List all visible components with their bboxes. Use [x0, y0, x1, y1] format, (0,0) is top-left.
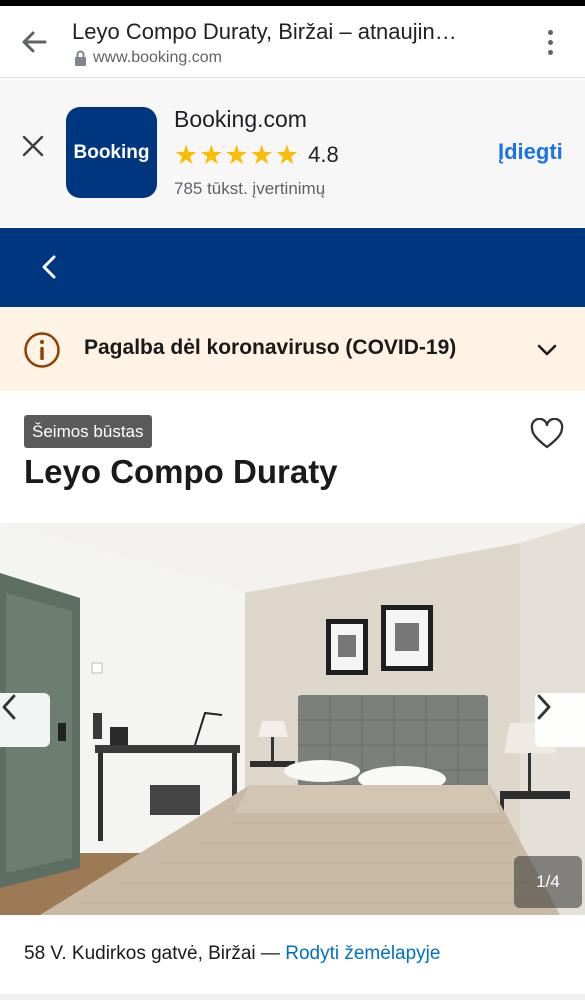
install-button[interactable]: Įdiegti	[498, 139, 563, 165]
bedroom-photo	[0, 523, 585, 915]
heart-icon[interactable]	[530, 418, 564, 450]
star-icon: ★	[224, 140, 249, 170]
show-on-map-link[interactable]: Rodyti žemėlapyje	[285, 943, 440, 964]
info-icon	[24, 332, 60, 368]
next-photo-button[interactable]	[535, 693, 585, 747]
covid-help-banner[interactable]: Pagalba dėl koronaviruso (COVID-19)	[0, 307, 585, 391]
property-address: 58 V. Kudirkos gatvė, Biržai — Rodyti že…	[24, 943, 440, 965]
app-name: Booking.com	[174, 106, 307, 132]
chevron-left-icon	[2, 694, 16, 720]
browser-back-button[interactable]	[18, 26, 50, 58]
site-header	[0, 228, 585, 307]
page-title[interactable]: Leyo Compo Duraty, Biržai – atnaujin…	[72, 19, 502, 45]
star-icon: ★	[274, 140, 300, 170]
address-separator: —	[255, 943, 286, 964]
page-url[interactable]: www.booking.com	[74, 49, 222, 67]
browser-url-bar: Leyo Compo Duraty, Biržai – atnaujin… ww…	[0, 6, 585, 78]
app-rating: ★ ★ ★ ★ ★ 4.8	[174, 140, 339, 170]
arrow-left-icon	[22, 31, 47, 53]
address-text: 58 V. Kudirkos gatvė, Biržai	[24, 943, 256, 964]
property-name: Leyo Compo Duraty	[24, 453, 338, 490]
url-text: www.booking.com	[93, 49, 222, 66]
chevron-left-icon	[42, 255, 56, 279]
property-photo-gallery[interactable]: 1/4	[0, 523, 585, 915]
star-icon: ★	[174, 140, 199, 170]
covid-help-text: Pagalba dėl koronaviruso (COVID-19)	[84, 336, 457, 359]
app-install-banner: Booking Booking.com ★ ★ ★ ★ ★ 4.8 785 tū…	[0, 79, 585, 227]
close-icon[interactable]	[20, 133, 46, 159]
browser-menu-button[interactable]	[536, 26, 564, 58]
previous-photo-button[interactable]	[0, 693, 50, 747]
photo-counter: 1/4	[514, 856, 582, 908]
more-vert-icon	[547, 29, 553, 35]
booking-app-logo[interactable]: Booking	[66, 107, 157, 198]
back-button[interactable]	[32, 250, 66, 284]
chevron-right-icon	[537, 694, 551, 720]
rating-value: 4.8	[308, 142, 339, 167]
divider	[0, 994, 585, 1000]
review-count: 785 tūkst. įvertinimų	[174, 179, 326, 198]
lock-icon	[75, 50, 86, 66]
property-type-badge: Šeimos būstas	[24, 415, 152, 448]
star-icon: ★	[249, 140, 274, 170]
star-icon: ★	[199, 140, 224, 170]
chevron-down-icon[interactable]	[535, 340, 559, 360]
